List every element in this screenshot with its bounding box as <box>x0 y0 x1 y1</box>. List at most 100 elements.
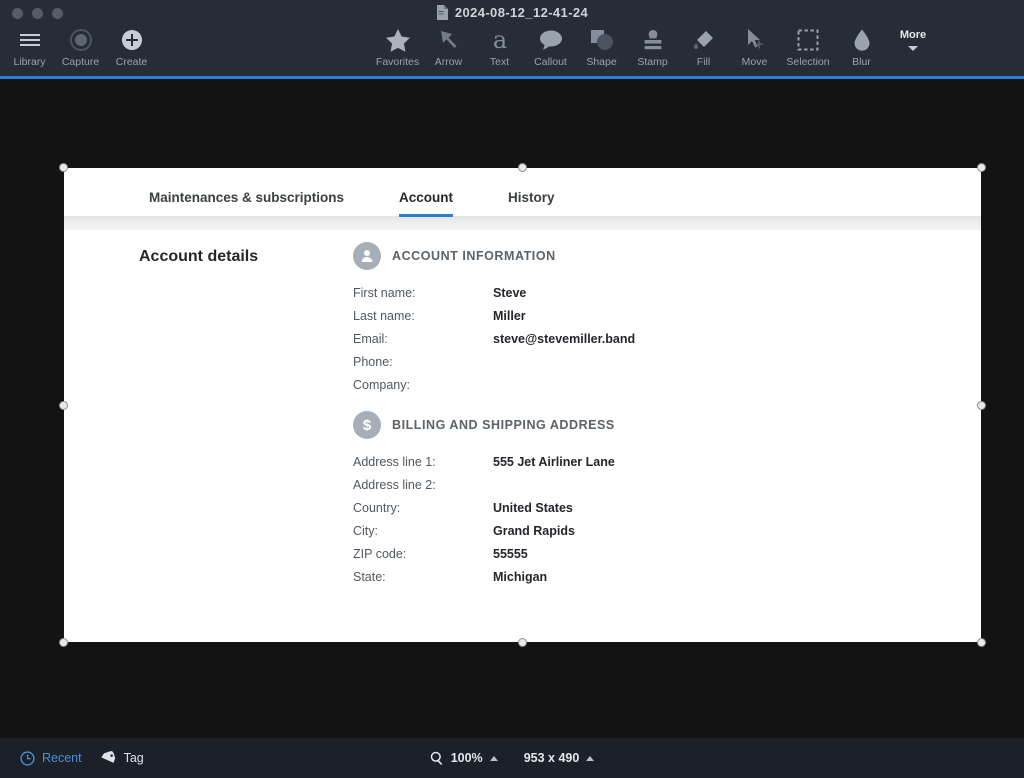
tool-move-label: Move <box>741 56 768 68</box>
field-label: City: <box>353 524 378 538</box>
chevron-down-icon <box>908 46 918 51</box>
tool-create[interactable]: Create <box>106 25 157 68</box>
tool-arrow[interactable]: Arrow <box>423 25 474 68</box>
field-row: Address line 2: <box>353 478 615 496</box>
field-label: Company: <box>353 378 410 392</box>
magnifier-icon <box>430 751 442 765</box>
tool-move[interactable]: Move <box>729 25 780 68</box>
field-row: Address line 1: 555 Jet Airliner Lane <box>353 455 615 473</box>
more-tools-label: More <box>899 29 927 41</box>
window-title-bar: 2024-08-12_12-41-24 <box>0 5 1024 20</box>
field-value: Steve <box>493 286 527 300</box>
editor-canvas[interactable]: Maintenances & subscriptions Account His… <box>0 79 1024 738</box>
field-value: United States <box>493 501 573 515</box>
status-bar: Recent Tag 100% 953 x 490 <box>0 738 1024 778</box>
field-label: Phone: <box>353 355 393 369</box>
tool-stamp-label: Stamp <box>637 56 668 68</box>
snagit-editor-window: 2024-08-12_12-41-24 Library Capture Crea… <box>0 0 1024 778</box>
resize-handle-middle-right[interactable] <box>977 401 986 410</box>
account-details-body: Account details ACCOUNT INFORMATION Firs… <box>64 230 981 642</box>
field-value: Miller <box>493 309 526 323</box>
field-label: State: <box>353 570 386 584</box>
field-value: Grand Rapids <box>493 524 575 538</box>
field-value: 55555 <box>493 547 528 561</box>
close-window-button[interactable] <box>12 8 23 19</box>
shape-square-circle-icon <box>589 27 615 53</box>
zoom-control[interactable]: 100% <box>430 751 498 765</box>
tool-callout[interactable]: Callout <box>525 25 576 68</box>
field-label: Address line 2: <box>353 478 436 492</box>
field-row: Country: United States <box>353 501 615 519</box>
field-label: Country: <box>353 501 401 515</box>
tool-fill[interactable]: Fill <box>678 25 729 68</box>
billing-shipping-panel: $ BILLING AND SHIPPING ADDRESS Address l… <box>353 411 615 593</box>
field-row: Phone: <box>353 355 635 373</box>
tool-shape-label: Shape <box>586 56 617 68</box>
tool-library[interactable]: Library <box>4 25 55 68</box>
tool-capture-label: Capture <box>61 56 100 68</box>
field-label: Address line 1: <box>353 455 436 469</box>
library-capture-create-group: Library Capture Create <box>4 25 157 68</box>
hamburger-menu-icon <box>19 27 41 53</box>
field-label: Email: <box>353 332 388 346</box>
captured-image[interactable]: Maintenances & subscriptions Account His… <box>64 168 981 642</box>
field-row: Last name: Miller <box>353 309 635 327</box>
resize-handle-bottom-center[interactable] <box>518 638 527 647</box>
field-label: Last name: <box>353 309 415 323</box>
account-tabs: Maintenances & subscriptions Account His… <box>64 168 981 217</box>
annotation-tools-group: Favorites Arrow a Text Callout Shape Sta… <box>372 25 939 68</box>
panel-header: ACCOUNT INFORMATION <box>353 242 635 270</box>
tool-library-label: Library <box>13 56 46 68</box>
tool-text[interactable]: a Text <box>474 25 525 68</box>
tab-label: Account <box>399 190 454 205</box>
resize-handle-middle-left[interactable] <box>59 401 68 410</box>
tab-maintenances-subscriptions[interactable]: Maintenances & subscriptions <box>149 190 344 216</box>
stamp-icon <box>641 27 665 53</box>
blur-droplet-icon <box>851 27 873 53</box>
star-icon <box>385 27 411 53</box>
field-value: 555 Jet Airliner Lane <box>493 455 615 469</box>
top-toolbar: 2024-08-12_12-41-24 Library Capture Crea… <box>0 0 1024 79</box>
document-icon <box>436 5 448 20</box>
resize-handle-bottom-right[interactable] <box>977 638 986 647</box>
marquee-selection-icon <box>797 27 819 53</box>
tab-label: Maintenances & subscriptions <box>149 190 345 205</box>
captured-image-selection[interactable]: Maintenances & subscriptions Account His… <box>59 163 986 647</box>
tool-fill-label: Fill <box>696 56 711 68</box>
tool-blur[interactable]: Blur <box>836 25 887 68</box>
field-label: First name: <box>353 286 416 300</box>
capture-record-icon <box>69 27 93 53</box>
tool-capture[interactable]: Capture <box>55 25 106 68</box>
svg-text:a: a <box>492 27 506 53</box>
tab-history[interactable]: History <box>508 190 555 216</box>
resize-handle-top-left[interactable] <box>59 163 68 172</box>
tool-selection[interactable]: Selection <box>780 25 836 68</box>
maximize-window-button[interactable] <box>52 8 63 19</box>
tool-favorites-label: Favorites <box>375 56 420 68</box>
resize-handle-top-right[interactable] <box>977 163 986 172</box>
arrow-icon <box>437 27 461 53</box>
tool-stamp[interactable]: Stamp <box>627 25 678 68</box>
dimensions-control[interactable]: 953 x 490 <box>524 751 595 765</box>
paint-fill-icon <box>692 27 716 53</box>
more-tools-button[interactable]: More <box>887 25 939 68</box>
field-row: Company: <box>353 378 635 396</box>
panel-heading: ACCOUNT INFORMATION <box>392 249 556 263</box>
field-value: Michigan <box>493 570 548 584</box>
field-label: ZIP code: <box>353 547 407 561</box>
field-row: Email: steve@stevemiller.band <box>353 332 635 350</box>
tab-label: History <box>508 190 555 205</box>
tab-account[interactable]: Account <box>399 190 454 217</box>
tool-favorites[interactable]: Favorites <box>372 25 423 68</box>
field-row: ZIP code: 55555 <box>353 547 615 565</box>
tool-text-label: Text <box>489 56 510 68</box>
minimize-window-button[interactable] <box>32 8 43 19</box>
zoom-caret-icon <box>489 755 498 761</box>
tool-shape[interactable]: Shape <box>576 25 627 68</box>
tool-arrow-label: Arrow <box>434 56 463 68</box>
resize-handle-top-center[interactable] <box>518 163 527 172</box>
panel-header: $ BILLING AND SHIPPING ADDRESS <box>353 411 615 439</box>
account-information-panel: ACCOUNT INFORMATION First name: Steve La… <box>353 242 635 401</box>
status-bar-center-group: 100% 953 x 490 <box>0 751 1024 765</box>
resize-handle-bottom-left[interactable] <box>59 638 68 647</box>
